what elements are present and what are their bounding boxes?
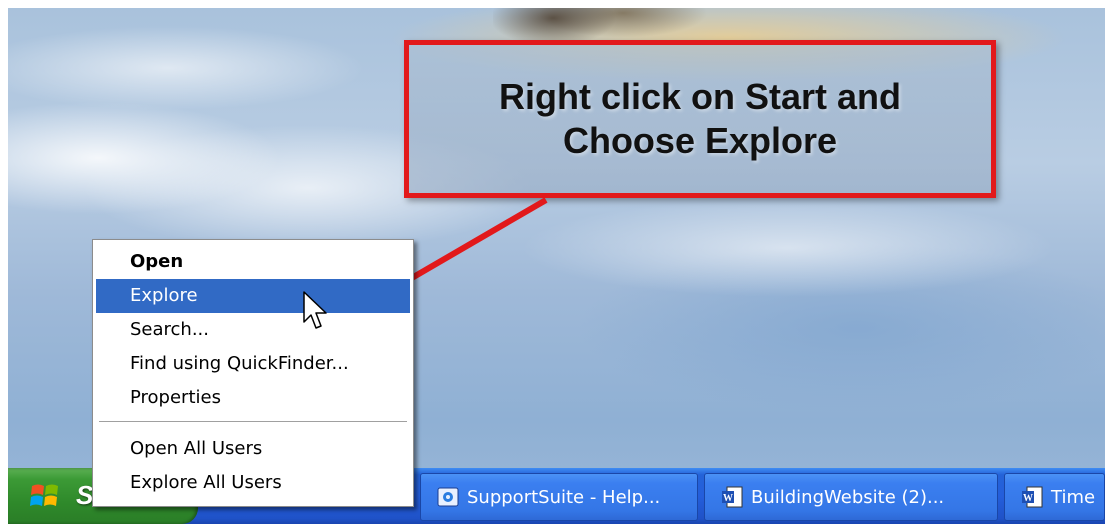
taskbar-button-time[interactable]: W Time [1004, 473, 1105, 521]
callout-text: Right click on Start and Choose Explore [499, 75, 901, 163]
taskbar-button-label: Time [1051, 486, 1096, 508]
menu-item-find-quickfinder[interactable]: Find using QuickFinder... [96, 347, 410, 381]
menu-item-explore-all-users[interactable]: Explore All Users [96, 466, 410, 500]
callout-line-1: Right click on Start and [498, 76, 902, 117]
browser-icon [437, 487, 459, 507]
taskbar-button-buildingwebsite[interactable]: W BuildingWebsite (2)... [704, 473, 998, 521]
svg-text:W: W [723, 493, 733, 504]
taskbar-button-supportsuite[interactable]: SupportSuite - Help... [420, 473, 698, 521]
menu-item-properties[interactable]: Properties [96, 381, 410, 415]
svg-text:W: W [1023, 493, 1033, 504]
word-document-icon: W [722, 486, 743, 508]
windows-logo-icon [30, 484, 58, 506]
start-context-menu: Open Explore Search... Find using QuickF… [92, 239, 414, 507]
word-document-icon: W [1022, 486, 1043, 508]
taskbar-button-label: SupportSuite - Help... [467, 486, 661, 508]
taskbar-button-label: BuildingWebsite (2)... [751, 486, 945, 508]
callout-line-2: Choose Explore [562, 120, 838, 161]
menu-item-search[interactable]: Search... [96, 313, 410, 347]
menu-item-open-all-users[interactable]: Open All Users [96, 432, 410, 466]
menu-item-explore[interactable]: Explore [96, 279, 410, 313]
mouse-pointer-icon [303, 291, 327, 329]
menu-separator [99, 421, 407, 423]
menu-item-open[interactable]: Open [96, 245, 410, 279]
instruction-callout: Right click on Start and Choose Explore [404, 40, 996, 198]
